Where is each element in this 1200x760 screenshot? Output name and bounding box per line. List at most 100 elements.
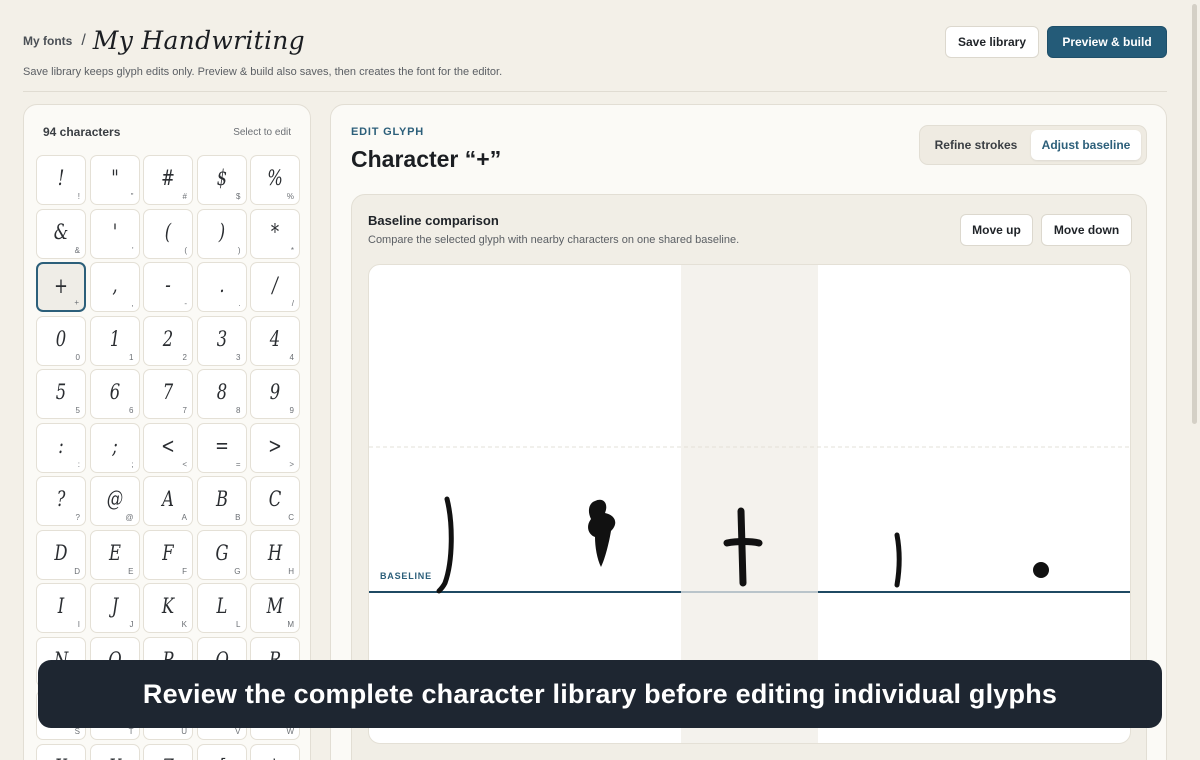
glyph-cell[interactable]: 00	[36, 315, 86, 366]
glyph-preview: -	[165, 273, 171, 297]
baseline-label: BASELINE	[380, 571, 432, 581]
glyph-cell[interactable]: ;;	[89, 422, 140, 473]
header-divider	[23, 91, 1167, 92]
glyph-cell[interactable]: XX	[36, 743, 86, 760]
glyph-label: )	[237, 245, 241, 255]
glyph-label: ?	[75, 513, 80, 522]
glyph-preview: B	[215, 487, 228, 511]
glyph-cell[interactable]: > >	[250, 422, 300, 473]
glyph-preview: '	[112, 219, 117, 244]
glyph-cell[interactable]: ..	[196, 262, 247, 312]
glyph-cell[interactable]: KK	[143, 583, 193, 633]
glyph-cell[interactable]: ZZ	[143, 743, 193, 760]
glyph-cell[interactable]: " "	[89, 155, 140, 205]
glyph-cell[interactable]: GG	[196, 529, 247, 580]
glyph-preview: J	[111, 594, 118, 618]
glyph-cell[interactable]: ??	[36, 476, 86, 526]
glyph-cell[interactable]: %%	[250, 155, 300, 205]
glyph-cell[interactable]: MM	[250, 583, 300, 633]
glyph-cell[interactable]: !!	[36, 155, 86, 205]
glyph-preview: K	[161, 594, 175, 618]
glyph-label: 0	[75, 352, 80, 362]
glyph-preview: 8	[216, 380, 227, 404]
page-scrollbar-thumb[interactable]	[1192, 4, 1197, 424]
glyph-cell[interactable]: + +	[36, 262, 86, 312]
save-library-button[interactable]: Save library	[945, 26, 1039, 58]
glyph-label: ;	[131, 459, 134, 469]
glyph-cell[interactable]: CC	[250, 476, 300, 526]
glyph-cell[interactable]: 44	[250, 315, 300, 366]
glyph-cell[interactable]: YY	[89, 743, 140, 760]
glyph-cell[interactable]: * *	[250, 208, 300, 259]
glyph-label: E	[128, 566, 134, 576]
glyph-label: 1	[129, 352, 134, 362]
glyph-preview: +	[54, 274, 68, 298]
glyph-cell[interactable]: ,,	[89, 262, 140, 312]
glyph-cell[interactable]: LL	[196, 583, 247, 633]
glyph-cell[interactable]: = =	[196, 422, 247, 473]
glyph-preview: C	[268, 487, 282, 511]
glyph-cell[interactable]: ((	[143, 208, 193, 259]
glyph-cell[interactable]: HH	[250, 529, 300, 580]
comparison-title: Baseline comparison	[368, 213, 499, 228]
library-hint: Select to edit	[233, 127, 291, 138]
glyph-label: +	[74, 298, 79, 307]
glyph-label: H	[288, 566, 294, 576]
glyph-cell[interactable]: < <	[143, 422, 193, 473]
glyph-cell[interactable]: DD	[36, 529, 86, 580]
glyph-cell[interactable]: 77	[143, 369, 193, 419]
glyph-cell[interactable]: ' '	[89, 208, 140, 259]
glyph-preview: X	[42, 755, 79, 760]
glyph-cell[interactable]: 22	[143, 315, 193, 366]
glyph-cell[interactable]: JJ	[89, 583, 140, 633]
glyph-label: W	[286, 727, 294, 736]
adjust-baseline-tab[interactable]: Adjust baseline	[1031, 130, 1141, 160]
glyph-cell[interactable]: EE	[89, 529, 140, 580]
glyph-label: .	[238, 299, 241, 308]
glyph-label: 2	[182, 352, 187, 362]
glyph-cell[interactable]: # #	[143, 155, 193, 205]
glyph-label: *	[290, 245, 294, 255]
glyph-label: M	[287, 620, 294, 629]
character-count: 94 characters	[43, 125, 121, 139]
glyph-label: B	[235, 513, 241, 522]
glyph-label: L	[236, 620, 241, 629]
glyph-cell[interactable]: 88	[196, 369, 247, 419]
glyph-cell[interactable]: --	[143, 262, 193, 312]
breadcrumb: My fonts / My Handwriting	[23, 26, 305, 55]
glyph-cell[interactable]: @ @	[89, 476, 140, 526]
glyph-cell[interactable]: II	[36, 583, 86, 633]
move-up-button[interactable]: Move up	[960, 214, 1033, 246]
glyph-cell[interactable]: 55	[36, 369, 86, 419]
glyph-preview: Y	[96, 755, 133, 760]
glyph-preview: Z	[149, 755, 186, 760]
glyph-label: <	[182, 459, 187, 469]
glyph-cell[interactable]: AA	[143, 476, 193, 526]
glyph-cell[interactable]: $ $	[196, 155, 247, 205]
move-down-button[interactable]: Move down	[1041, 214, 1132, 246]
glyph-cell[interactable]: 99	[250, 369, 300, 419]
refine-strokes-tab[interactable]: Refine strokes	[926, 130, 1026, 160]
glyph-cell[interactable]: [[	[196, 743, 247, 760]
glyph-cell[interactable]: BB	[196, 476, 247, 526]
glyph-preview: )	[218, 219, 225, 244]
glyph-cell[interactable]: / /	[250, 262, 300, 312]
page-scrollbar[interactable]	[1190, 0, 1200, 760]
glyph-cell[interactable]: ::	[36, 422, 86, 473]
glyph-cell[interactable]: \\	[250, 743, 300, 760]
preview-build-button[interactable]: Preview & build	[1047, 26, 1167, 58]
glyph-preview: 1	[109, 326, 120, 351]
glyph-cell[interactable]: ))	[196, 208, 247, 259]
glyph-cell[interactable]: 66	[89, 369, 140, 419]
glyph-cell[interactable]: 11	[89, 315, 140, 366]
glyph-label: J	[129, 620, 134, 629]
page-title: My Handwriting	[92, 26, 305, 55]
breadcrumb-my-fonts-link[interactable]: My fonts	[23, 34, 72, 48]
glyph-label: 8	[236, 406, 241, 415]
glyph-cell[interactable]: 33	[196, 315, 247, 366]
glyph-cell[interactable]: FF	[143, 529, 193, 580]
glyph-label: :	[77, 459, 80, 469]
glyph-cell[interactable]: & &	[36, 208, 86, 259]
glyph-label: T	[128, 727, 134, 736]
glyph-label: 3	[236, 352, 241, 362]
